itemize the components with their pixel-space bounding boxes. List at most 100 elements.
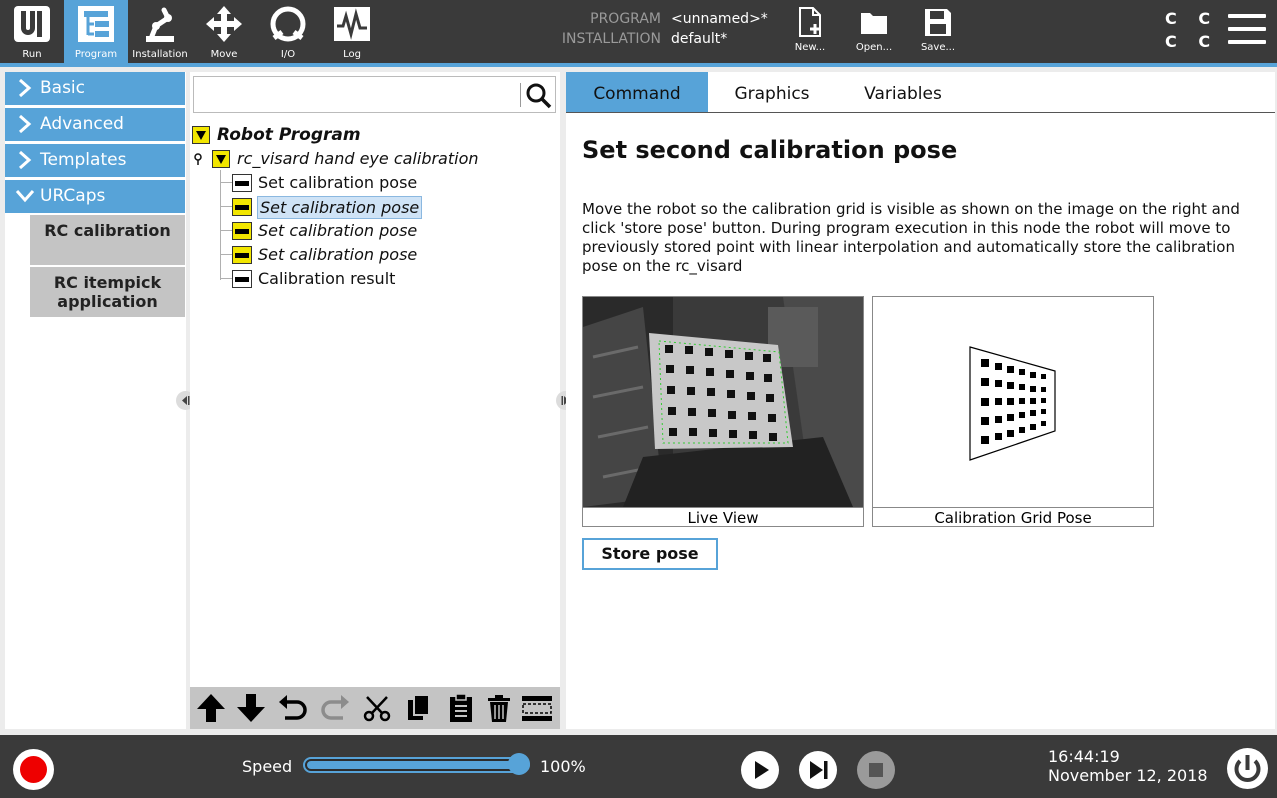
save-button[interactable]: Save... — [909, 0, 967, 63]
tree-node-2-selected[interactable]: Set calibration pose — [220, 196, 550, 219]
speed-slider-fill — [307, 761, 526, 769]
tree-search-box — [193, 76, 556, 113]
clock-time: 16:44:19 — [1048, 747, 1120, 766]
chevron-right-icon — [19, 78, 32, 98]
tree-root-robot-program[interactable]: Robot Program — [192, 124, 552, 146]
category-urcaps-label: URCaps — [40, 186, 106, 206]
nav-installation-button[interactable]: Installation — [128, 0, 192, 63]
category-basic-label: Basic — [40, 78, 86, 98]
tree-urcap-label: rc_visard hand eye calibration — [237, 149, 479, 168]
urcap-rc-calibration[interactable]: RC calibration — [30, 215, 185, 265]
program-label: PROGRAM — [590, 11, 661, 27]
move-arrows-icon — [206, 6, 242, 42]
app-window: Run Program Installation Move I/O Log PR… — [0, 0, 1277, 798]
power-icon — [1234, 755, 1261, 783]
search-icon[interactable] — [526, 83, 552, 109]
category-basic[interactable]: Basic — [5, 72, 185, 105]
tree-node-1[interactable]: Set calibration pose — [220, 172, 550, 194]
tree-node-3[interactable]: Set calibration pose — [220, 220, 550, 242]
hamburger-menu-icon[interactable] — [1228, 14, 1266, 46]
nav-run-button[interactable]: Run — [0, 0, 64, 63]
nav-program-button[interactable]: Program — [64, 0, 128, 63]
tab-command[interactable]: Command — [566, 72, 708, 112]
stop-button[interactable] — [856, 750, 896, 790]
installation-name: default* — [671, 31, 728, 47]
category-advanced[interactable]: Advanced — [5, 108, 185, 141]
store-pose-button[interactable]: Store pose — [582, 538, 718, 570]
waypoint-node-icon — [232, 174, 252, 192]
speed-slider[interactable] — [303, 757, 530, 773]
cut-icon[interactable] — [361, 692, 393, 724]
nav-io-label: I/O — [280, 49, 296, 60]
nav-log-label: Log — [343, 49, 361, 60]
collapse-toggle-icon[interactable] — [212, 150, 230, 168]
robot-arm-icon — [146, 7, 174, 42]
urcap-rc-itempick[interactable]: RC itempick application — [30, 267, 185, 317]
record-button[interactable] — [13, 749, 54, 790]
header-bar: Run Program Installation Move I/O Log PR… — [0, 0, 1277, 63]
header-accent-line — [0, 63, 1277, 67]
search-separator — [520, 83, 521, 107]
breakpoint-pin-icon[interactable] — [193, 153, 203, 165]
tab-underline — [566, 112, 1275, 113]
record-dot-icon — [20, 756, 47, 783]
log-icon — [334, 7, 370, 41]
calibration-grid-pose-image — [873, 297, 1153, 507]
power-button[interactable] — [1227, 748, 1268, 789]
speed-slider-knob[interactable] — [508, 753, 530, 775]
open-button[interactable]: Open... — [845, 0, 903, 63]
result-node-icon — [232, 270, 252, 288]
copy-icon[interactable] — [403, 692, 435, 724]
tree-node-3-label: Set calibration pose — [258, 221, 418, 240]
grid-pose-caption: Calibration Grid Pose — [873, 507, 1153, 527]
nav-run-label: Run — [22, 49, 42, 60]
nav-io-button[interactable]: I/O — [256, 0, 320, 63]
step-button[interactable] — [798, 750, 838, 790]
program-name: <unnamed>* — [671, 11, 768, 27]
move-up-icon[interactable] — [195, 692, 227, 724]
tree-urcap-node[interactable]: rc_visard hand eye calibration — [192, 148, 552, 170]
nav-move-label: Move — [210, 49, 238, 60]
tree-node-4[interactable]: Set calibration pose — [220, 244, 550, 266]
tree-node-4-label: Set calibration pose — [258, 245, 418, 264]
live-camera-image — [583, 297, 863, 507]
suppress-icon[interactable] — [521, 692, 553, 724]
folder-icon — [861, 13, 887, 34]
tree-node-5[interactable]: Calibration result — [220, 268, 550, 290]
redo-icon[interactable] — [319, 692, 351, 724]
footer-bar: Speed 100% 16:44:19 November 12, 2018 — [0, 735, 1277, 798]
nav-program-label: Program — [74, 49, 118, 60]
tab-variables[interactable]: Variables — [836, 72, 970, 112]
chevron-right-icon — [19, 150, 32, 170]
move-down-icon[interactable] — [235, 692, 267, 724]
nav-log-button[interactable]: Log — [320, 0, 384, 63]
nav-move-button[interactable]: Move — [192, 0, 256, 63]
clock-date: November 12, 2018 — [1048, 766, 1208, 785]
speed-value: 100% — [540, 757, 586, 776]
open-label: Open... — [855, 42, 893, 53]
installation-label: INSTALLATION — [561, 31, 661, 47]
chevron-down-icon — [15, 190, 35, 203]
undo-icon[interactable] — [277, 692, 309, 724]
save-icon — [925, 9, 951, 36]
delete-icon[interactable] — [483, 692, 515, 724]
tab-graphics[interactable]: Graphics — [708, 72, 836, 112]
grid-pose-panel: Calibration Grid Pose — [872, 296, 1154, 527]
tree-root-label: Robot Program — [217, 125, 361, 145]
tree-search-input[interactable] — [198, 81, 516, 109]
collapse-toggle-icon[interactable] — [192, 126, 210, 144]
category-templates-label: Templates — [40, 150, 127, 170]
program-tree-panel: Robot Program rc_visard hand eye calibra… — [190, 72, 560, 729]
tree-node-5-label: Calibration result — [258, 269, 396, 288]
live-view-panel: Live View — [582, 296, 864, 527]
category-templates[interactable]: Templates — [5, 144, 185, 177]
node-title: Set second calibration pose — [582, 136, 958, 164]
live-view-caption: Live View — [583, 507, 863, 527]
new-file-icon — [799, 7, 821, 37]
play-button[interactable] — [740, 750, 780, 790]
new-button[interactable]: New... — [781, 0, 839, 63]
node-description: Move the robot so the calibration grid i… — [582, 200, 1240, 275]
category-urcaps[interactable]: URCaps — [5, 180, 185, 213]
paste-icon[interactable] — [445, 692, 477, 724]
new-label: New... — [794, 42, 826, 53]
